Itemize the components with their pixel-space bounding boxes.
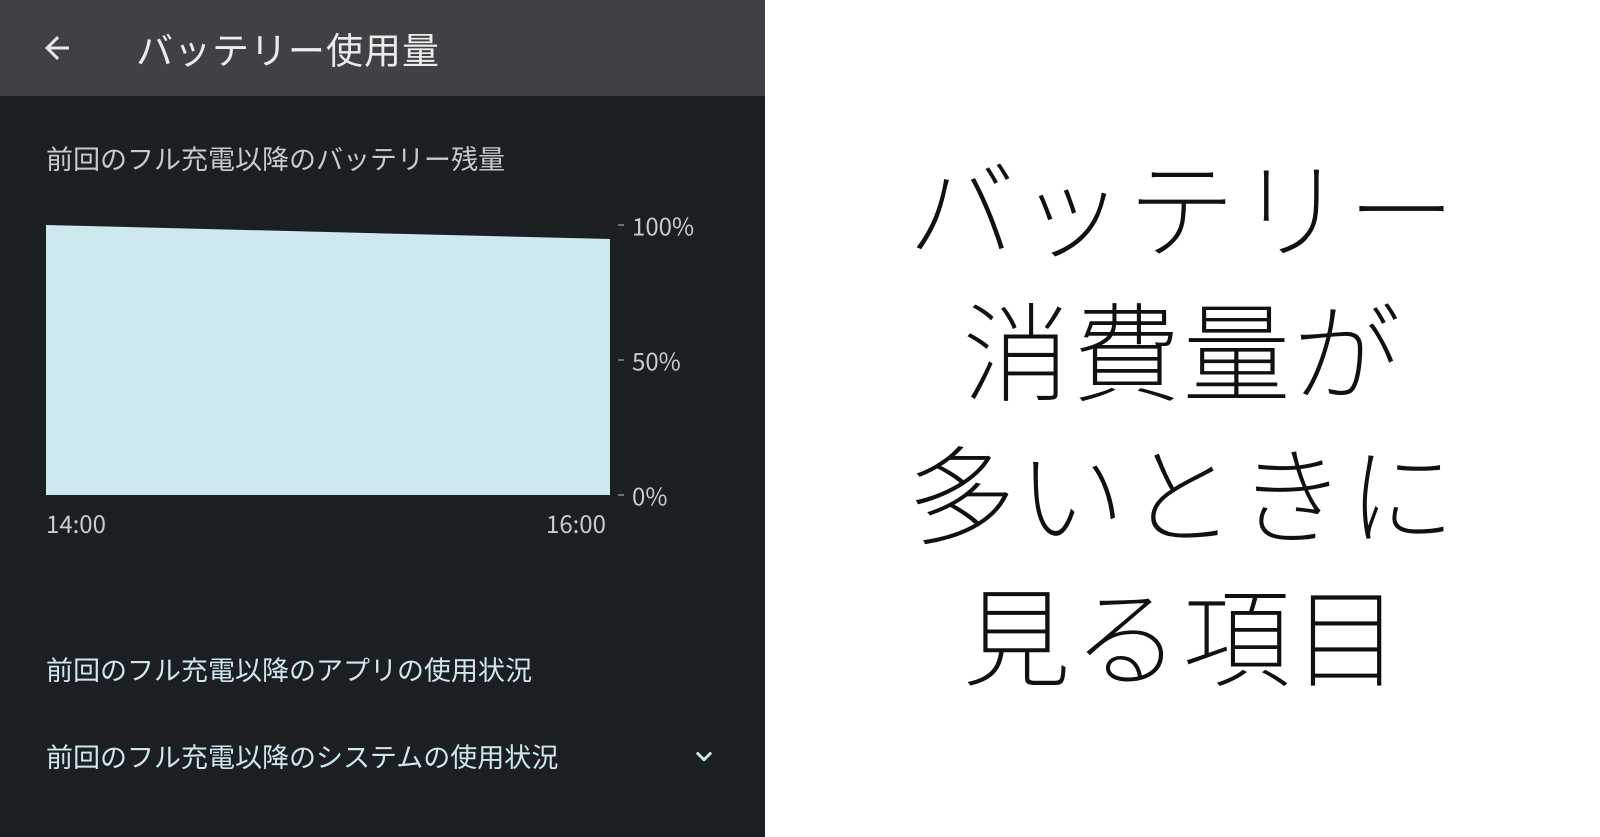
battery-chart: 100% 50% 0% 14:00 16:00 bbox=[46, 225, 719, 525]
content-area: 前回のフル充電以降のバッテリー残量 100% 50% 0% 14:00 16:0… bbox=[0, 96, 765, 837]
chart-area-fill bbox=[46, 225, 610, 495]
y-axis-label-100: 100% bbox=[632, 208, 694, 243]
annotation-panel: バッテリー 消費量が 多いときに 見る項目 bbox=[765, 0, 1600, 837]
annotation-line: 多いときに bbox=[907, 412, 1457, 568]
arrow-left-icon bbox=[39, 30, 75, 66]
annotation-text: バッテリー 消費量が 多いときに 見る項目 bbox=[907, 133, 1457, 703]
chart-plot-area bbox=[46, 225, 610, 495]
chart-caption: 前回のフル充電以降のバッテリー残量 bbox=[46, 138, 719, 177]
y-tick bbox=[618, 494, 624, 496]
x-axis-label-start: 14:00 bbox=[46, 505, 106, 540]
list-item-label: 前回のフル充電以降のアプリの使用状況 bbox=[46, 649, 532, 688]
list-item-label: 前回のフル充電以降のシステムの使用状況 bbox=[46, 736, 558, 775]
annotation-line: 消費量が bbox=[962, 269, 1402, 425]
annotation-line: バッテリー bbox=[907, 126, 1457, 282]
back-button[interactable] bbox=[38, 29, 76, 67]
chevron-down-icon bbox=[689, 741, 719, 771]
annotation-line: 見る項目 bbox=[962, 554, 1402, 710]
y-axis-label-0: 0% bbox=[632, 478, 667, 513]
usage-list: 前回のフル充電以降のアプリの使用状況 前回のフル充電以降のシステムの使用状況 bbox=[46, 625, 719, 799]
page-title: バッテリー使用量 bbox=[136, 21, 440, 75]
y-tick bbox=[618, 224, 624, 226]
list-item-system-usage[interactable]: 前回のフル充電以降のシステムの使用状況 bbox=[46, 712, 719, 799]
list-item-app-usage[interactable]: 前回のフル充電以降のアプリの使用状況 bbox=[46, 625, 719, 712]
x-axis-label-end: 16:00 bbox=[546, 505, 606, 540]
app-header: バッテリー使用量 bbox=[0, 0, 765, 96]
y-axis-label-50: 50% bbox=[632, 343, 681, 378]
y-tick bbox=[618, 359, 624, 361]
settings-screen: バッテリー使用量 前回のフル充電以降のバッテリー残量 100% 50% 0% 1… bbox=[0, 0, 765, 837]
